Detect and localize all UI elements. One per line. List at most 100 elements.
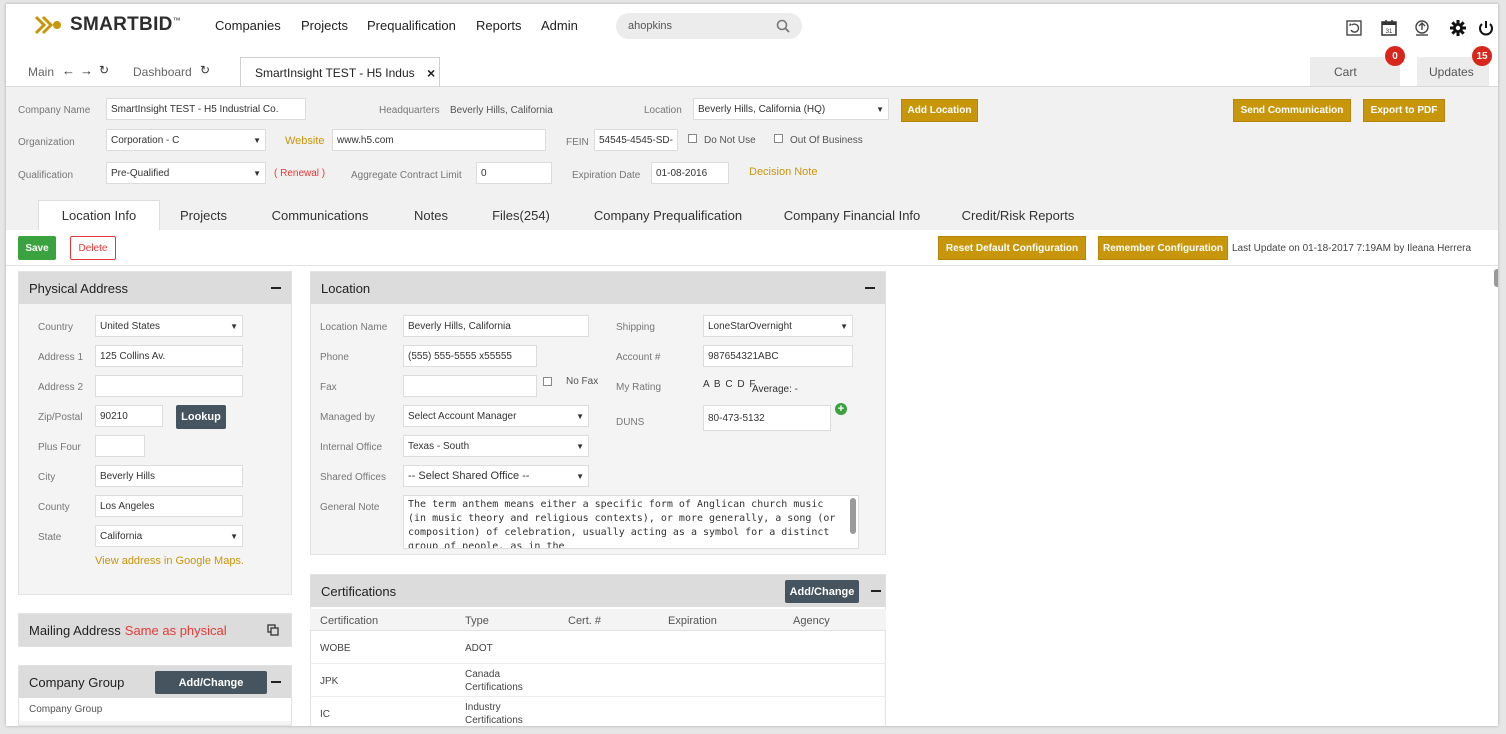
add-duns-icon[interactable]: + bbox=[835, 403, 847, 415]
qualification-value: Pre-Qualified bbox=[111, 167, 170, 179]
col-type: Type bbox=[465, 615, 489, 627]
company-name-field[interactable]: SmartInsight TEST - H5 Industrial Co. bbox=[106, 98, 306, 120]
physical-address-header: Physical Address bbox=[19, 272, 291, 304]
nav-companies[interactable]: Companies bbox=[215, 18, 281, 33]
tab-files[interactable]: Files(254) bbox=[481, 200, 561, 230]
send-communication-button[interactable]: Send Communication bbox=[1233, 99, 1351, 122]
address2-field[interactable] bbox=[95, 375, 243, 397]
renewal-link[interactable]: ( Renewal ) bbox=[274, 168, 325, 179]
close-icon[interactable]: × bbox=[427, 65, 435, 81]
tab-dashboard[interactable]: Dashboard bbox=[133, 65, 192, 79]
fein-label: FEIN bbox=[566, 137, 589, 148]
tab-company-prequalification[interactable]: Company Prequalification bbox=[583, 200, 753, 230]
state-select[interactable]: California ▼ bbox=[95, 525, 243, 547]
fax-label: Fax bbox=[320, 382, 337, 393]
shared-offices-select[interactable]: -- Select Shared Office -- ▼ bbox=[403, 465, 589, 487]
power-icon[interactable] bbox=[1476, 18, 1496, 38]
fein-field[interactable]: 54545-4545-SD- bbox=[594, 129, 678, 151]
no-fax-checkbox[interactable] bbox=[543, 377, 552, 386]
remember-configuration-button[interactable]: Remember Configuration bbox=[1098, 236, 1228, 260]
lookup-button[interactable]: Lookup bbox=[176, 405, 226, 429]
smartbid-logo[interactable]: SMARTBID ™ bbox=[34, 12, 181, 38]
expiration-date-field[interactable]: 01-08-2016 bbox=[651, 162, 729, 184]
collapse-icon[interactable] bbox=[865, 287, 875, 289]
nav-reports[interactable]: Reports bbox=[476, 18, 522, 33]
out-of-business-checkbox[interactable] bbox=[774, 134, 783, 143]
state-value: California bbox=[100, 530, 143, 542]
qualification-select[interactable]: Pre-Qualified ▼ bbox=[106, 162, 266, 184]
table-row[interactable] bbox=[310, 631, 886, 664]
nav-projects[interactable]: Projects bbox=[301, 18, 348, 33]
tab-projects[interactable]: Projects bbox=[166, 200, 241, 230]
do-not-use-label: Do Not Use bbox=[704, 135, 756, 146]
internal-office-label: Internal Office bbox=[320, 442, 383, 453]
address1-field[interactable]: 125 Collins Av. bbox=[95, 345, 243, 367]
type-cell: Industry Certifications bbox=[465, 702, 523, 726]
forward-arrow-icon[interactable]: → bbox=[80, 63, 93, 78]
plus-four-field[interactable] bbox=[95, 435, 145, 457]
reset-default-configuration-button[interactable]: Reset Default Configuration bbox=[938, 236, 1086, 260]
zip-field[interactable]: 90210 bbox=[95, 405, 163, 427]
note-scrollbar[interactable] bbox=[850, 498, 856, 534]
gear-icon[interactable] bbox=[1448, 18, 1468, 38]
location-select[interactable]: Beverly Hills, California (HQ) ▼ bbox=[693, 98, 889, 120]
delete-button[interactable]: Delete bbox=[70, 236, 116, 260]
export-pdf-button[interactable]: Export to PDF bbox=[1363, 99, 1445, 122]
general-note-textarea[interactable]: The term anthem means either a specific … bbox=[403, 495, 859, 549]
account-number-field[interactable]: 987654321ABC bbox=[703, 345, 853, 367]
county-field[interactable]: Los Angeles bbox=[95, 495, 243, 517]
decision-note-link[interactable]: Decision Note bbox=[749, 166, 817, 178]
collapse-icon[interactable] bbox=[271, 681, 281, 683]
search-input[interactable]: ahopkins bbox=[616, 13, 802, 39]
country-select[interactable]: United States ▼ bbox=[95, 315, 243, 337]
page-scrollbar[interactable] bbox=[1494, 269, 1498, 287]
fax-field[interactable] bbox=[403, 375, 537, 397]
tab-location-info[interactable]: Location Info bbox=[38, 200, 160, 230]
refresh-icon[interactable]: ↻ bbox=[99, 63, 109, 77]
tab-notes[interactable]: Notes bbox=[401, 200, 461, 230]
upload-icon[interactable] bbox=[1412, 18, 1432, 38]
organization-select[interactable]: Corporation - C ▼ bbox=[106, 129, 266, 151]
phone-field[interactable]: (555) 555-5555 x55555 bbox=[403, 345, 537, 367]
location-name-field[interactable]: Beverly Hills, California bbox=[403, 315, 589, 337]
website-field[interactable]: www.h5.com bbox=[332, 129, 546, 151]
collapse-icon[interactable] bbox=[271, 287, 281, 289]
tab-credit-risk-reports[interactable]: Credit/Risk Reports bbox=[948, 200, 1088, 230]
shipping-select[interactable]: LoneStarOvernight ▼ bbox=[703, 315, 853, 337]
duns-field[interactable]: 80-473-5132 bbox=[703, 405, 831, 431]
refresh-report-icon[interactable] bbox=[1344, 18, 1364, 38]
same-as-physical-link[interactable]: Same as physical bbox=[125, 623, 227, 638]
tab-company-document[interactable]: SmartInsight TEST - H5 Indus × bbox=[240, 57, 440, 87]
updates-label: Updates bbox=[1429, 65, 1474, 79]
nav-admin[interactable]: Admin bbox=[541, 18, 578, 33]
calendar-icon[interactable]: 31 bbox=[1379, 18, 1399, 38]
doc-tab-label: SmartInsight TEST - H5 Indus bbox=[255, 65, 415, 80]
company-group-add-change-button[interactable]: Add/Change bbox=[155, 671, 267, 694]
internal-office-select[interactable]: Texas - South ▼ bbox=[403, 435, 589, 457]
nav-prequalification[interactable]: Prequalification bbox=[367, 18, 456, 33]
cert-cell: IC bbox=[320, 709, 330, 720]
do-not-use-checkbox[interactable] bbox=[688, 134, 697, 143]
save-button[interactable]: Save bbox=[18, 236, 56, 260]
tab-communications[interactable]: Communications bbox=[258, 200, 382, 230]
city-field[interactable]: Beverly Hills bbox=[95, 465, 243, 487]
certifications-add-change-button[interactable]: Add/Change bbox=[785, 580, 859, 603]
google-maps-link[interactable]: View address in Google Maps. bbox=[95, 555, 244, 567]
location-name-label: Location Name bbox=[320, 322, 388, 333]
table-row[interactable] bbox=[310, 697, 886, 726]
add-location-button[interactable]: Add Location bbox=[901, 99, 978, 122]
svg-text:31: 31 bbox=[1386, 29, 1393, 35]
tab-main[interactable]: Main bbox=[28, 65, 54, 79]
dashboard-refresh-icon[interactable]: ↻ bbox=[200, 63, 210, 77]
tab-company-financial-info[interactable]: Company Financial Info bbox=[774, 200, 930, 230]
rating-letters[interactable]: A B C D F bbox=[703, 379, 756, 390]
back-arrow-icon[interactable]: ← bbox=[62, 63, 75, 78]
cert-cell: WOBE bbox=[320, 643, 351, 654]
search-icon[interactable] bbox=[776, 19, 790, 33]
collapse-icon[interactable] bbox=[871, 590, 881, 592]
copy-icon[interactable] bbox=[267, 624, 279, 636]
website-label[interactable]: Website bbox=[285, 135, 325, 147]
managed-by-select[interactable]: Select Account Manager ▼ bbox=[403, 405, 589, 427]
table-row[interactable] bbox=[310, 664, 886, 697]
aggregate-limit-field[interactable]: 0 bbox=[476, 162, 552, 184]
